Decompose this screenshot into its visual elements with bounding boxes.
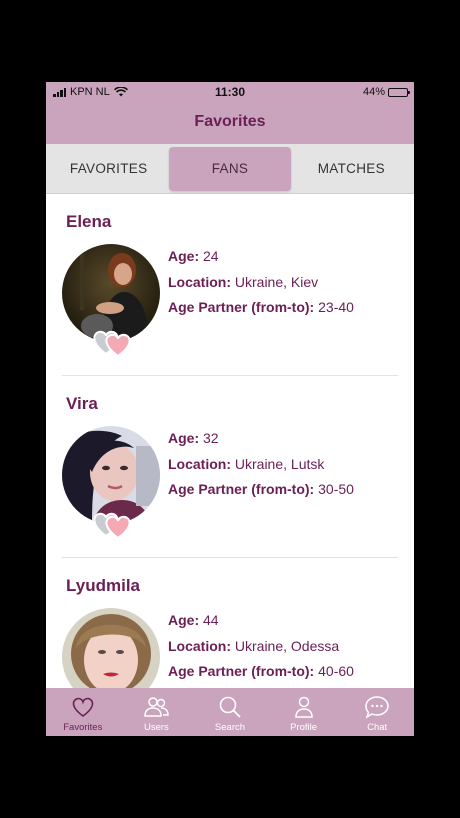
profile-name: Lyudmila [66,576,140,595]
age-partner-label: Age Partner (from-to): [168,299,315,315]
app-screen: KPN NL 11:30 44% Favorites FAVORITES FAN… [46,82,414,736]
nav-label: Users [143,722,169,733]
nav-label: Profile [290,722,318,733]
bottom-nav: Favorites Users Search Profile Chat [46,688,414,736]
chat-icon [365,696,389,719]
tab-matches[interactable]: MATCHES [291,147,412,191]
age-value: 32 [203,430,219,446]
profile-name: Elena [66,212,112,231]
profile-name: Vira [66,394,98,413]
person-icon [294,696,313,718]
age-partner-value: 30-50 [318,481,354,497]
users-icon [144,697,170,717]
age-partner-value: 23-40 [318,299,354,315]
like-hearts-icon[interactable] [90,506,134,540]
like-hearts-icon[interactable] [90,324,134,358]
battery-percent: 44% [362,86,385,98]
age-value: 44 [203,612,219,628]
status-bar: KPN NL 11:30 44% [46,82,414,102]
profile-info: Age: 32 Location: Ukraine, Lutsk Age Par… [168,426,354,503]
nav-favorites[interactable]: Favorites [53,694,113,733]
nav-users[interactable]: Users [126,694,186,733]
age-label: Age: [168,430,200,446]
wifi-icon [113,87,128,97]
page-title: Favorites [194,113,266,130]
tab-fans[interactable]: FANS [169,146,291,191]
age-label: Age: [168,612,200,628]
nav-label: Favorites [63,722,103,733]
location-label: Location: [168,637,231,654]
battery-icon [388,87,410,97]
location-value: Ukraine, Kiev [234,273,319,290]
location-label: Location: [168,273,231,290]
nav-chat[interactable]: Chat [347,694,407,733]
profile-card[interactable]: Vira Age: 32 Location: Ukraine, Lutsk Ag… [62,376,398,558]
profile-list: Elena Age: 24 Location: Ukraine, Kiev Ag… [46,194,414,688]
carrier-label: KPN NL [70,86,110,98]
age-partner-label: Age Partner (from-to): [168,481,315,497]
nav-label: Search [214,722,246,733]
nav-label: Chat [367,722,388,733]
profile-card[interactable]: Lyudmila Age: 44 Location: Ukraine, Odes… [62,558,398,688]
age-partner-value: 40-60 [318,663,354,679]
avatar[interactable] [62,608,160,688]
search-icon [219,696,241,718]
nav-search[interactable]: Search [200,694,260,733]
segmented-tabs: FAVORITES FANS MATCHES [46,144,414,194]
location-label: Location: [168,455,231,472]
heart-icon [72,697,94,717]
signal-icon [53,87,66,97]
location-value: Ukraine, Odessa [234,637,340,654]
age-value: 24 [203,248,219,264]
tab-favorites[interactable]: FAVORITES [48,147,169,191]
profile-card[interactable]: Elena Age: 24 Location: Ukraine, Kiev Ag… [62,194,398,376]
nav-profile[interactable]: Profile [274,694,334,733]
age-label: Age: [168,248,200,264]
header-bar: KPN NL 11:30 44% Favorites [46,82,414,144]
location-value: Ukraine, Lutsk [234,455,325,472]
age-partner-label: Age Partner (from-to): [168,663,315,679]
profile-info: Age: 24 Location: Ukraine, Kiev Age Part… [168,244,354,321]
profile-info: Age: 44 Location: Ukraine, Odessa Age Pa… [168,608,354,685]
